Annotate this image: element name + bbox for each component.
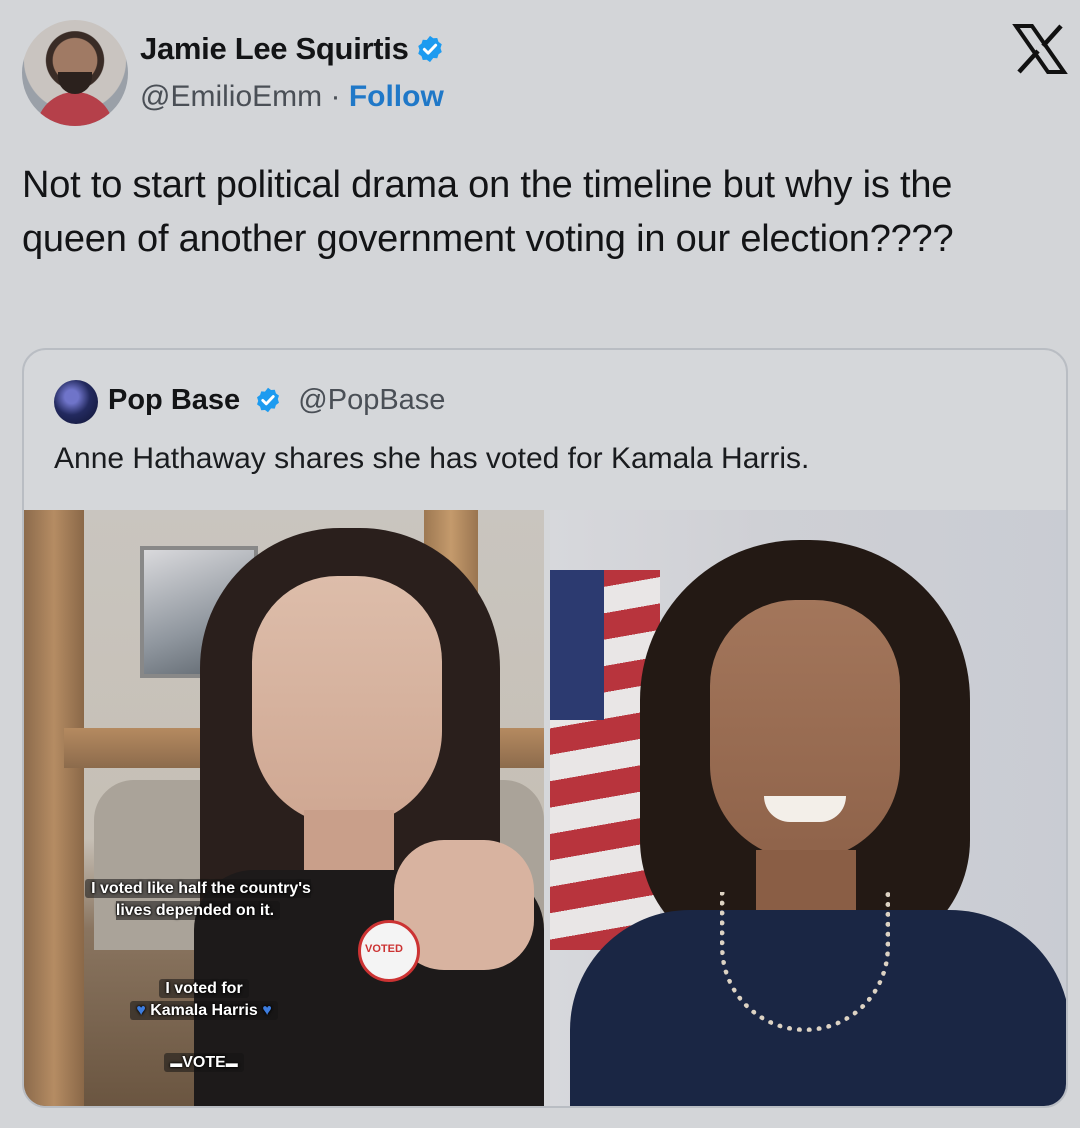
author-name-text: Jamie Lee Squirtis bbox=[140, 31, 409, 66]
heart-icon: ♥ bbox=[136, 1002, 146, 1019]
author-avatar[interactable] bbox=[22, 20, 128, 126]
tweet-screenshot: Jamie Lee Squirtis @EmilioEmm · Follow N… bbox=[0, 0, 1080, 1128]
smile-shape bbox=[764, 796, 846, 822]
caption-vote: ▬VOTE▬ bbox=[124, 1052, 284, 1074]
caption-text-2a: I voted for bbox=[159, 979, 249, 998]
quoted-tweet-text: Anne Hathaway shares she has voted for K… bbox=[54, 442, 810, 475]
verified-badge-icon bbox=[417, 35, 442, 63]
author-handle[interactable]: @EmilioEmm bbox=[140, 80, 322, 113]
quoted-author-name-row: Pop Base @PopBase bbox=[108, 384, 445, 417]
author-display-name[interactable]: Jamie Lee Squirtis bbox=[140, 31, 445, 67]
avatar-shirt bbox=[36, 92, 114, 126]
face-shape bbox=[252, 576, 442, 826]
quoted-tweet-card[interactable]: Pop Base @PopBase Anne Hathaway shares s… bbox=[22, 348, 1068, 1108]
flag-canton bbox=[550, 570, 604, 720]
quoted-author-avatar[interactable] bbox=[54, 380, 98, 424]
tweet-text: Not to start political drama on the time… bbox=[22, 164, 954, 260]
caption-voted-for: I voted for ♥ Kamala Harris ♥ bbox=[84, 978, 324, 1022]
quoted-media-grid: VOTED I voted like half the country's li… bbox=[24, 510, 1066, 1106]
caption-text-1: I voted like half the country's lives de… bbox=[85, 879, 311, 920]
author-handle-row: @EmilioEmm · Follow bbox=[140, 80, 444, 114]
wood-trim bbox=[24, 510, 84, 1106]
caption-text-3: VOTE bbox=[182, 1054, 226, 1071]
caption-voted-like: I voted like half the country's lives de… bbox=[68, 878, 328, 922]
media-photo-right[interactable] bbox=[550, 510, 1066, 1106]
voted-sticker: VOTED bbox=[358, 920, 420, 982]
sticker-text: VOTED bbox=[365, 943, 403, 955]
quoted-author-handle[interactable]: @PopBase bbox=[298, 384, 445, 416]
verified-badge-icon bbox=[257, 387, 280, 413]
avatar-beard bbox=[58, 72, 92, 94]
flag-icon: ▬ bbox=[170, 1056, 183, 1070]
quoted-author-name[interactable]: Pop Base bbox=[108, 384, 240, 416]
media-photo-left[interactable]: VOTED I voted like half the country's li… bbox=[24, 510, 544, 1106]
heart-icon: ♥ bbox=[262, 1002, 272, 1019]
caption-text-2b: Kamala Harris bbox=[150, 1002, 258, 1019]
separator-dot: · bbox=[330, 80, 341, 113]
x-logo-icon[interactable] bbox=[1012, 23, 1068, 75]
flag-icon: ▬ bbox=[225, 1056, 238, 1070]
follow-button[interactable]: Follow bbox=[349, 80, 444, 113]
